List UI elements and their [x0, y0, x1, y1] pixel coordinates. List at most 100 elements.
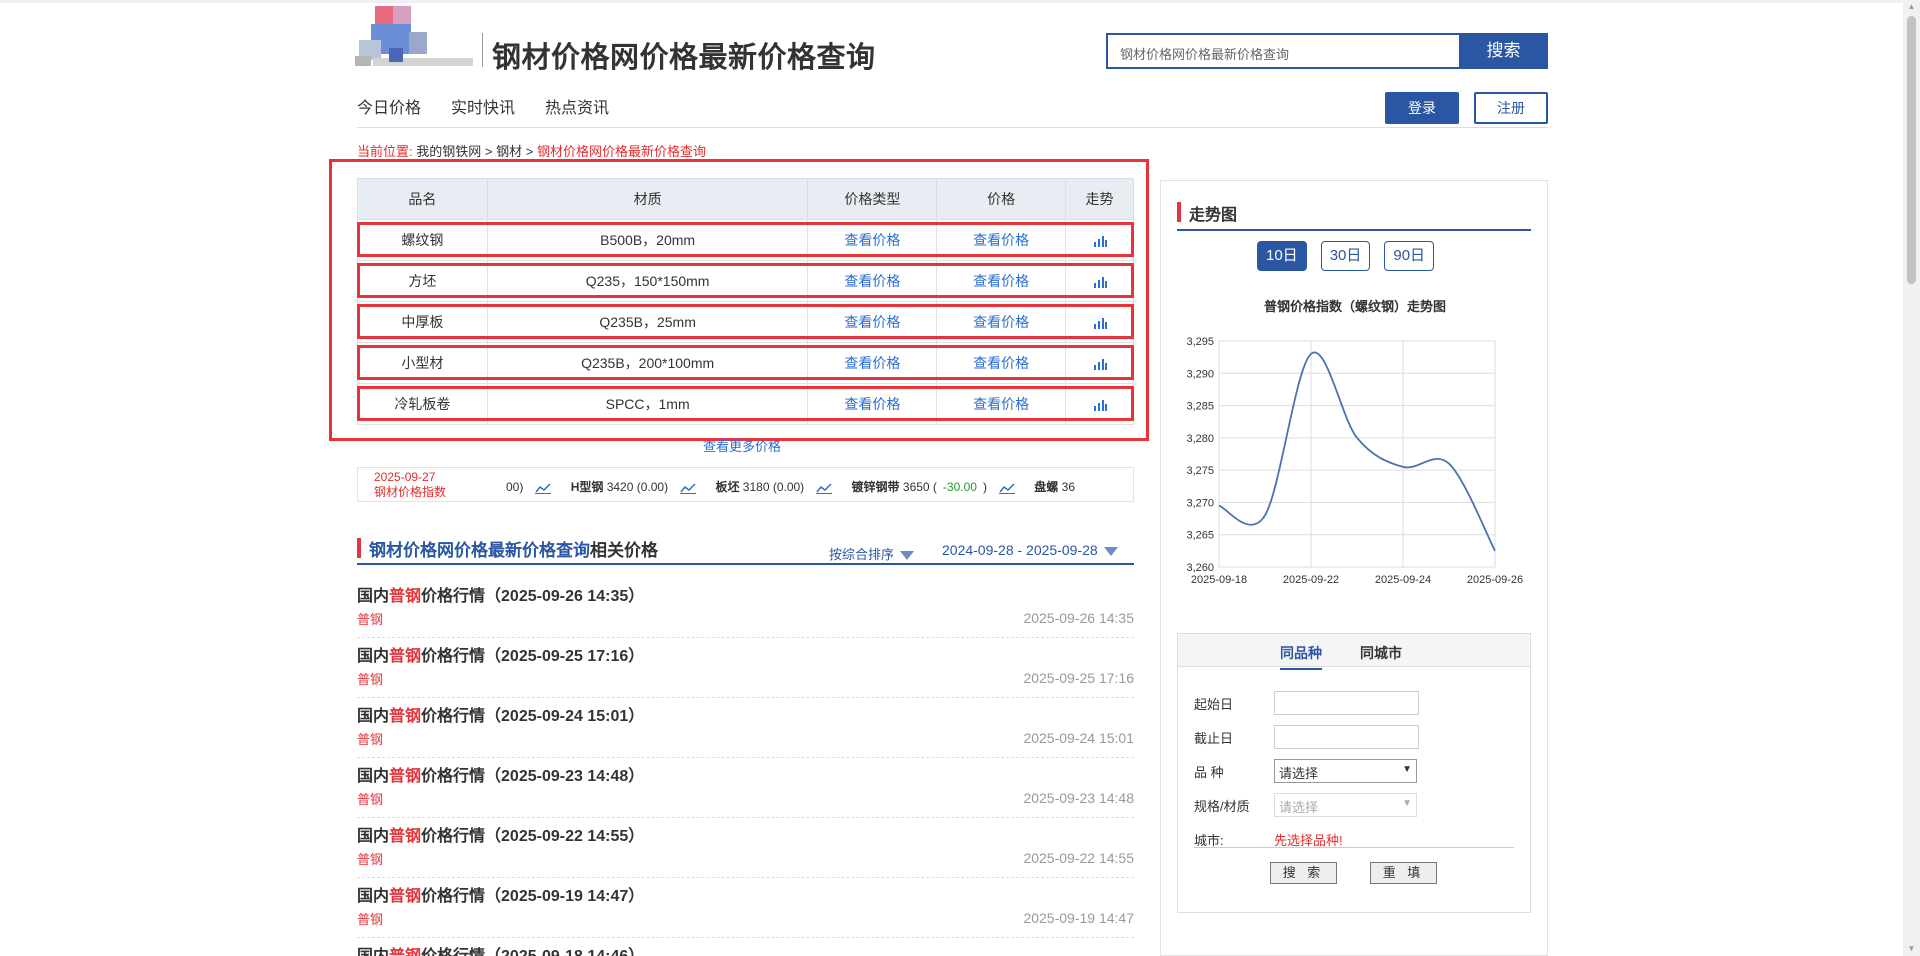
ticker-item[interactable]: 板坯 3180 (0.00): [715, 480, 810, 494]
register-button[interactable]: 注册: [1474, 92, 1548, 124]
date-range-label: 2024-09-28 - 2025-09-28: [942, 542, 1098, 558]
news-title-link[interactable]: 国内普钢价格行情（2025-09-25 17:16）: [357, 642, 644, 666]
variety-select[interactable]: 请选择 ▼: [1274, 759, 1417, 783]
sort-dropdown[interactable]: 按综合排序: [829, 544, 915, 563]
filter-panel: 同品种 同城市 起始日 截止日 品 种 请选择 ▼ 规格/材质 请选择 ▼ 城市: …: [1177, 633, 1531, 913]
ticker-item[interactable]: 盘螺 36: [1034, 480, 1081, 494]
y-tick-label: 3,270: [1186, 497, 1214, 509]
ticker-item[interactable]: 镀锌钢带 3650 (-30.00): [852, 480, 993, 494]
line-chart-icon[interactable]: [816, 482, 833, 494]
scroll-up-arrow[interactable]: ▲: [1907, 2, 1916, 12]
nav-item-today-price[interactable]: 今日价格: [357, 94, 421, 118]
site-logo[interactable]: [353, 4, 479, 70]
ticker-item[interactable]: H型钢 3420 (0.00): [571, 480, 674, 494]
news-title-keyword: 普钢: [389, 828, 422, 845]
news-title-keyword: 普钢: [389, 648, 422, 665]
news-title-link[interactable]: 国内普钢价格行情（2025-09-24 15:01）: [357, 702, 644, 726]
news-title-pre: 国内: [357, 828, 390, 845]
caret-down-icon: [1103, 546, 1118, 556]
news-title-keyword: 普钢: [389, 768, 422, 785]
tab-10-days[interactable]: 10日: [1257, 241, 1307, 271]
x-tick-label: 2025-09-22: [1283, 574, 1339, 586]
ticker-value: 00): [506, 480, 524, 494]
spec-selected: 请选择: [1279, 800, 1319, 815]
tab-same-city[interactable]: 同城市: [1360, 643, 1402, 663]
news-title-pre: 国内: [357, 888, 390, 905]
end-date-input[interactable]: [1274, 725, 1419, 749]
search-input[interactable]: 钢材价格网价格最新价格查询: [1106, 33, 1460, 69]
highlight-box-row: [357, 222, 1134, 257]
news-tag[interactable]: 普钢: [357, 909, 383, 928]
ticker-item[interactable]: 00): [506, 480, 529, 494]
spec-select[interactable]: 请选择 ▼: [1274, 793, 1417, 817]
chart-title: 普钢价格指数（螺纹钢）走势图: [1263, 299, 1446, 314]
news-tag[interactable]: 普钢: [357, 849, 383, 868]
y-tick-label: 3,275: [1186, 465, 1214, 477]
start-date-input[interactable]: [1274, 691, 1419, 715]
news-title-pre: 国内: [357, 588, 390, 605]
x-tick-label: 2025-09-26: [1467, 574, 1523, 586]
list-item: 国内普钢价格行情（2025-09-22 14:55） 普钢 2025-09-22…: [357, 818, 1134, 878]
news-title-link[interactable]: 国内普钢价格行情（2025-09-22 14:55）: [357, 822, 644, 846]
y-tick-label: 3,295: [1186, 336, 1214, 348]
site-title: 钢材价格网价格最新价格查询: [492, 42, 876, 74]
news-tag[interactable]: 普钢: [357, 669, 383, 688]
breadcrumb-prefix: 当前位置:: [357, 144, 413, 159]
news-title-post: 价格行情（2025-09-22 14:55）: [421, 828, 645, 845]
line-chart-icon[interactable]: [680, 482, 697, 494]
news-title-link[interactable]: 国内普钢价格行情（2025-09-18 14:46）: [357, 942, 644, 956]
scroll-down-arrow[interactable]: ▼: [1907, 944, 1916, 954]
tab-30-days[interactable]: 30日: [1320, 241, 1371, 271]
news-tag[interactable]: 普钢: [357, 789, 383, 808]
price-trend-chart: 3,295 3,290 3,285 3,280 3,275 3,270 3,265 3,260…: [1186, 336, 1523, 586]
ticker-value: 36: [1061, 480, 1076, 494]
scrollbar-thumb[interactable]: [1907, 16, 1916, 284]
list-item: 国内普钢价格行情（2025-09-25 17:16） 普钢 2025-09-25…: [357, 638, 1134, 698]
series-line: [1218, 351, 1496, 552]
breadcrumb-item-current: 钢材价格网价格最新价格查询: [536, 144, 706, 159]
line-chart-icon[interactable]: [535, 482, 552, 494]
news-title-post: 价格行情（2025-09-18 14:46）: [421, 948, 644, 956]
news-time: 2025-09-26 14:35: [1023, 610, 1134, 626]
nav-item-live-news[interactable]: 实时快讯: [451, 94, 515, 118]
news-tag[interactable]: 普钢: [357, 609, 383, 628]
news-title-link[interactable]: 国内普钢价格行情（2025-09-26 14:35）: [357, 582, 644, 606]
breadcrumb-item-home[interactable]: 我的钢铁网: [416, 144, 481, 159]
nav-item-hot-news[interactable]: 热点资讯: [545, 94, 609, 118]
filter-reset-button[interactable]: 重 填: [1370, 862, 1437, 884]
news-tag[interactable]: 普钢: [357, 729, 383, 748]
news-time: 2025-09-19 14:47: [1023, 910, 1134, 926]
y-tick-label: 3,260: [1186, 562, 1214, 574]
search-button[interactable]: 搜索: [1459, 33, 1548, 69]
related-prices-header: 钢材价格网价格最新价格查询相关价格 按综合排序 2024-09-28 - 202…: [357, 535, 1134, 565]
y-tick-label: 3,265: [1186, 530, 1214, 542]
tab-90-days[interactable]: 90日: [1384, 241, 1435, 271]
login-button[interactable]: 登录: [1385, 92, 1459, 124]
tab-same-variety[interactable]: 同品种: [1280, 643, 1322, 670]
top-border: [0, 0, 1920, 3]
y-tick-label: 3,285: [1186, 401, 1214, 413]
ticker-name: 盘螺: [1034, 480, 1059, 494]
filter-search-button[interactable]: 搜 索: [1270, 862, 1337, 884]
ticker-value: 3650 (: [902, 480, 937, 494]
ticker-label[interactable]: 钢材价格指数: [374, 485, 446, 500]
news-title-link[interactable]: 国内普钢价格行情（2025-09-23 14:48）: [357, 762, 644, 786]
news-title-link[interactable]: 国内普钢价格行情（2025-09-19 14:47）: [357, 882, 644, 906]
news-title-keyword: 普钢: [389, 888, 422, 905]
more-prices-link[interactable]: 查看更多价格: [703, 436, 781, 455]
line-chart-icon[interactable]: [998, 482, 1015, 494]
trend-range-tabs: 10日 30日 90日: [1257, 241, 1435, 271]
list-item: 国内普钢价格行情（2025-09-19 14:47） 普钢 2025-09-19…: [357, 878, 1134, 938]
breadcrumb-item-steel[interactable]: 钢材: [496, 144, 522, 159]
news-time: 2025-09-25 17:16: [1023, 670, 1134, 686]
ticker-value: 3420 (0.00): [606, 480, 669, 494]
caret-down-icon: [900, 551, 915, 561]
section-accent-bar: [357, 538, 361, 558]
variety-label: 品 种: [1194, 765, 1224, 780]
filter-divider: [1194, 847, 1514, 848]
news-time: 2025-09-23 14:48: [1023, 790, 1134, 806]
date-range-dropdown[interactable]: 2024-09-28 - 2025-09-28: [942, 542, 1118, 558]
start-date-label: 起始日: [1194, 697, 1234, 712]
scrollbar[interactable]: ▲ ▼: [1903, 0, 1920, 956]
ticker-date: 2025-09-27 钢材价格指数: [374, 470, 446, 500]
